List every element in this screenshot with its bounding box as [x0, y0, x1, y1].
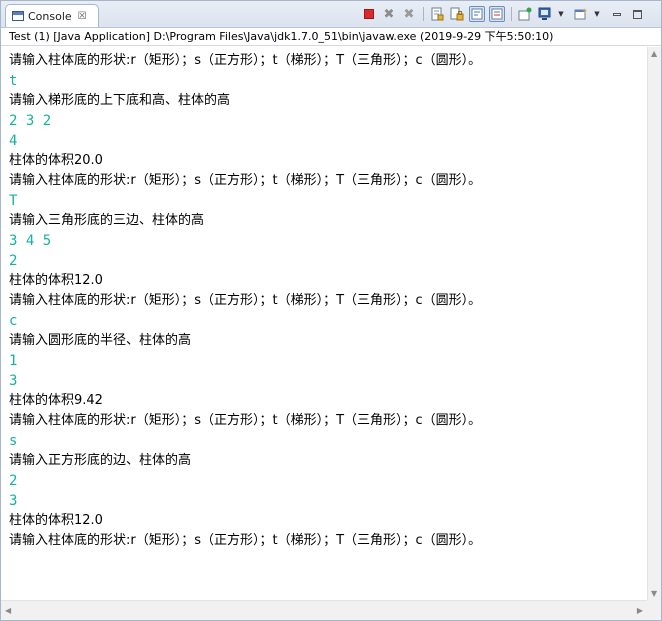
open-console-dropdown[interactable]: ▼ [589, 6, 605, 22]
remove-launch-button[interactable]: ✖ [381, 6, 397, 22]
word-wrap-button[interactable] [469, 6, 485, 22]
scroll-left-icon[interactable]: ◀ [5, 606, 11, 615]
tab-console[interactable]: Console ☒ [5, 4, 99, 27]
scrollbar-corner [647, 600, 661, 620]
horizontal-scrollbar[interactable]: ◀ ▶ [1, 600, 647, 620]
console-input-line: 4 [9, 133, 18, 149]
scroll-down-icon[interactable]: ▼ [651, 589, 657, 598]
toolbar-separator [511, 7, 512, 21]
console-input-line: 2 [9, 253, 18, 269]
clear-console-button[interactable] [429, 6, 445, 22]
console-icon [12, 11, 24, 21]
console-input-line: 3 4 5 [9, 233, 52, 249]
console-output-line: 柱体的体积9.42 [9, 393, 103, 408]
toolbar-separator [423, 7, 424, 21]
console-output-line: 请输入梯形底的上下底和高、柱体的高 [9, 93, 231, 108]
minimize-button[interactable] [609, 6, 625, 22]
scroll-lock-icon [450, 7, 464, 21]
close-icon[interactable]: ☒ [78, 11, 87, 22]
pin-console-icon [518, 7, 532, 21]
remove-all-terminated-icon: ✖ [403, 6, 415, 22]
display-selected-console-dropdown[interactable]: ▼ [553, 6, 569, 22]
open-console-button[interactable]: + [573, 6, 589, 22]
console-output-line: 柱体的体积12.0 [9, 513, 103, 528]
open-console-icon: + [574, 7, 588, 20]
clear-console-icon [431, 7, 444, 21]
minimize-icon [613, 12, 621, 16]
display-selected-console-icon [538, 7, 551, 20]
console-view: Console ☒ ✖ ✖ ▼ + ▼ Test (1) [Java Appli… [0, 0, 662, 621]
console-output-line: 请输入三角形底的三边、柱体的高 [9, 213, 205, 228]
view-tab-bar: Console ☒ ✖ ✖ ▼ + ▼ [1, 1, 661, 28]
console-input-line: t [9, 73, 18, 89]
maximize-icon [632, 9, 642, 19]
console-input-line: 3 [9, 373, 18, 389]
pin-console-button[interactable] [517, 6, 533, 22]
console-output-line: 请输入圆形底的半径、柱体的高 [9, 333, 192, 348]
console-output-line: 柱体的体积20.0 [9, 153, 103, 168]
svg-text:+: + [582, 7, 588, 15]
console-output-line: 请输入柱体底的形状:r（矩形）；s（正方形）；t（梯形）；T（三角形）；c（圆形… [9, 533, 482, 548]
word-wrap-icon [471, 8, 483, 20]
console-output-line: 请输入正方形底的边、柱体的高 [9, 453, 192, 468]
console-input-line: s [9, 433, 18, 449]
maximize-button[interactable] [629, 6, 645, 22]
terminate-icon [364, 9, 374, 19]
console-output-line: 请输入柱体底的形状:r（矩形）；s（正方形）；t（梯形）；T（三角形）；c（圆形… [9, 173, 482, 188]
tab-label: Console [28, 9, 72, 23]
console-input-line: T [9, 193, 18, 209]
scroll-right-icon[interactable]: ▶ [637, 606, 643, 615]
show-console-on-output-icon [491, 8, 503, 20]
console-input-line: 1 [9, 353, 18, 369]
console-text-area[interactable]: 请输入柱体底的形状:r（矩形）；s（正方形）；t（梯形）；T（三角形）；c（圆形… [1, 47, 647, 600]
display-selected-console-button[interactable] [537, 6, 553, 22]
show-console-on-output-button[interactable] [489, 6, 505, 22]
terminate-button[interactable] [361, 6, 377, 22]
console-output-line: 柱体的体积12.0 [9, 273, 103, 288]
console-output-line: 请输入柱体底的形状:r（矩形）；s（正方形）；t（梯形）；T（三角形）；c（圆形… [9, 53, 482, 68]
process-info-label: Test (1) [Java Application] D:\Program F… [1, 28, 661, 46]
remove-launch-icon: ✖ [383, 6, 395, 22]
scroll-up-icon[interactable]: ▲ [651, 49, 657, 58]
console-input-line: 3 [9, 493, 18, 509]
chevron-down-icon: ▼ [558, 10, 564, 18]
remove-all-terminated-button[interactable]: ✖ [401, 6, 417, 22]
console-output-line: 请输入柱体底的形状:r（矩形）；s（正方形）；t（梯形）；T（三角形）；c（圆形… [9, 293, 482, 308]
console-input-line: 2 3 2 [9, 113, 52, 129]
vertical-scrollbar[interactable]: ▲ ▼ [647, 47, 661, 600]
console-input-line: 2 [9, 473, 18, 489]
console-output-line: 请输入柱体底的形状:r（矩形）；s（正方形）；t（梯形）；T（三角形）；c（圆形… [9, 413, 482, 428]
scroll-lock-button[interactable] [449, 6, 465, 22]
chevron-down-icon: ▼ [594, 10, 600, 18]
console-input-line: c [9, 313, 18, 329]
